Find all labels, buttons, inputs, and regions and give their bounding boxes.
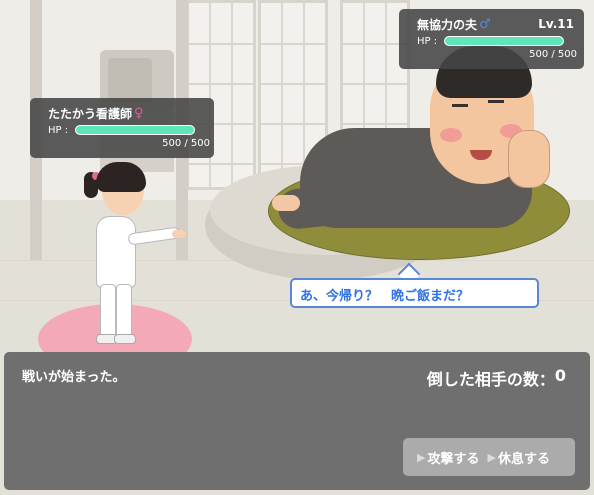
- player-hp-label: HP :: [48, 124, 69, 136]
- message-window: 戦いが始まった。 倒した相手の数： 0 ▶ 攻撃する ▶ 休息する: [4, 352, 590, 490]
- player-name: たたかう看護師: [48, 106, 133, 121]
- play-arrow-icon: ▶: [417, 450, 426, 464]
- player-status-panel: たたかう看護師 ♀ HP : 500 / 500: [30, 98, 214, 158]
- defeat-label: 倒した相手の数：: [426, 370, 555, 389]
- enemy-hp-fill: [445, 37, 563, 45]
- enemy-name: 無協力の夫: [417, 17, 478, 32]
- player-hp-text: 500 / 500: [162, 138, 210, 149]
- rest-label: 休息する: [497, 451, 550, 467]
- rest-button[interactable]: ▶ 休息する: [487, 448, 549, 467]
- enemy-speech-bubble: あ、今帰り？ 晩ご飯まだ？: [290, 278, 539, 308]
- defeat-counter: 倒した相手の数： 0: [427, 366, 566, 390]
- battle-scene: 無協力の夫 ♂ Lv.11 HP : 500 / 500 たたかう看護師 ♀ H…: [0, 0, 594, 495]
- attack-button[interactable]: ▶ 攻撃する: [417, 448, 479, 467]
- enemy-hp-label: HP :: [417, 35, 438, 47]
- male-icon: ♂: [479, 16, 491, 32]
- player-hp-bar: [75, 125, 195, 135]
- female-icon: ♀: [134, 105, 144, 121]
- enemy-level: Lv.11: [538, 17, 574, 31]
- enemy-hp-bar: [444, 36, 564, 46]
- enemy-hp-text: 500 / 500: [529, 49, 577, 60]
- command-menu: ▶ 攻撃する ▶ 休息する: [403, 438, 575, 476]
- play-arrow-icon: ▶: [487, 450, 496, 464]
- enemy-status-panel: 無協力の夫 ♂ Lv.11 HP : 500 / 500: [399, 9, 584, 69]
- battle-message: 戦いが始まった。: [22, 370, 126, 385]
- player-hp-fill: [76, 126, 194, 134]
- attack-label: 攻撃する: [427, 451, 480, 467]
- defeat-count: 0: [554, 366, 566, 385]
